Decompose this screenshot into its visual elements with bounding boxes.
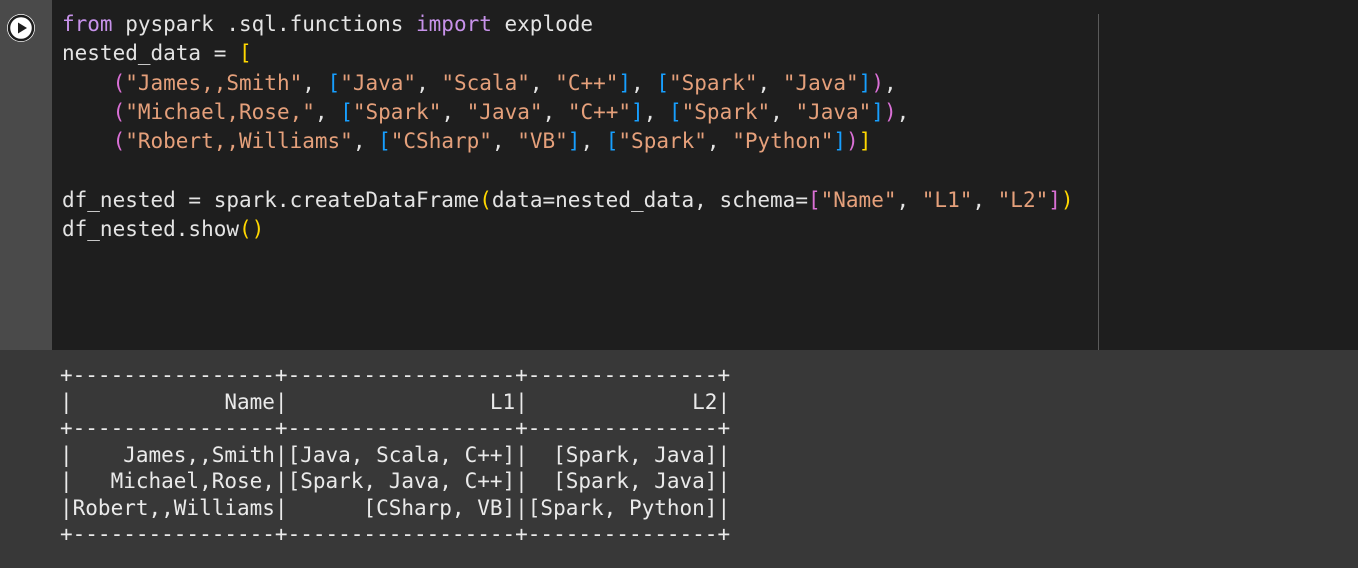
- code-line: ("Michael,Rose,", ["Spark", "Java", "C++…: [62, 98, 1074, 127]
- code-token: ,: [972, 187, 998, 212]
- output-line: | James,,Smith|[Java, Scala, C++]| [Spar…: [60, 442, 731, 467]
- code-line: nested_data = [: [62, 39, 1074, 68]
- code-token: import: [416, 12, 492, 36]
- code-token: ,: [580, 129, 606, 154]
- code-token: ,: [643, 99, 669, 124]
- code-token: nested_data =: [62, 41, 240, 66]
- code-token: explode: [491, 12, 594, 36]
- code-token: ]: [833, 129, 847, 154]
- code-token: (): [239, 217, 265, 242]
- code-token: ,: [529, 70, 556, 95]
- code-token: "Java": [782, 70, 859, 95]
- code-token: ,: [542, 99, 568, 124]
- code-token: "Name": [820, 187, 897, 212]
- code-token: "Scala": [441, 70, 530, 95]
- code-token: pyspark .sql.functions: [112, 12, 417, 36]
- play-icon: [7, 14, 35, 42]
- code-token: [: [239, 41, 252, 66]
- code-token: "Spark": [618, 129, 707, 154]
- code-token: "CSharp": [390, 129, 492, 154]
- code-token: "Python": [732, 129, 834, 154]
- code-token: "Spark": [681, 99, 771, 124]
- code-token: ]: [1048, 187, 1061, 212]
- code-line: from pyspark .sql.functions import explo…: [62, 10, 1074, 39]
- cell-gutter: [0, 0, 52, 350]
- code-token: (: [112, 70, 126, 95]
- code-token: ,: [757, 70, 783, 95]
- code-token: df_nested.show: [62, 217, 240, 242]
- code-token: ]: [871, 99, 884, 124]
- code-token: ): [846, 129, 859, 154]
- code-token: [: [340, 99, 353, 124]
- code-token: ,: [441, 99, 467, 124]
- code-token: [: [378, 129, 391, 154]
- output-line: +----------------+------------------+---…: [60, 522, 731, 546]
- code-token: ]: [567, 129, 581, 154]
- code-editor[interactable]: from pyspark .sql.functions import explo…: [62, 10, 1074, 244]
- run-cell-button[interactable]: [7, 14, 35, 42]
- code-token: [: [668, 99, 682, 124]
- code-token: ,: [302, 70, 328, 95]
- code-token: [: [327, 70, 341, 95]
- code-token: [: [656, 70, 669, 95]
- code-token: df_nested = spark.createDataFrame: [62, 187, 480, 212]
- code-token: "Robert,,Williams": [125, 129, 353, 154]
- code-token: ]: [618, 70, 632, 95]
- output-line: +----------------+------------------+---…: [60, 416, 731, 440]
- output-line: | Name| L1| L2|: [60, 389, 731, 414]
- code-token: (: [479, 187, 492, 212]
- code-token: "VB": [517, 129, 568, 154]
- code-token: ,: [896, 187, 922, 212]
- output-line: | Michael,Rose,|[Spark, Java, C++]| [Spa…: [60, 469, 731, 493]
- code-token: ,: [314, 99, 341, 124]
- code-line: ("James,,Smith", ["Java", "Scala", "C++"…: [62, 69, 1074, 98]
- code-line: df_nested = spark.createDataFrame(data=n…: [62, 186, 1074, 215]
- cell-output: +----------------+------------------+---…: [60, 362, 730, 548]
- code-token: ,: [491, 129, 518, 154]
- code-token: "L1": [921, 187, 973, 212]
- code-token: [: [605, 129, 619, 154]
- code-token: ,: [770, 99, 796, 124]
- code-token: "Java": [795, 99, 872, 124]
- code-token: "Spark": [669, 70, 758, 95]
- code-cell[interactable]: from pyspark .sql.functions import explo…: [0, 0, 1358, 350]
- code-token: ,: [883, 70, 897, 95]
- code-token: [: [807, 187, 821, 212]
- code-token: "L2": [997, 187, 1049, 212]
- code-token: ]: [631, 99, 644, 124]
- code-token: "C++": [567, 99, 632, 124]
- code-token: ,: [631, 70, 657, 95]
- code-token: "Spark": [352, 99, 442, 124]
- code-line: ("Robert,,Williams", ["CSharp", "VB"], […: [62, 127, 1074, 156]
- code-token: (: [112, 99, 126, 124]
- code-token: from: [62, 12, 113, 36]
- code-token: "Michael,Rose,": [125, 99, 315, 124]
- code-token: ): [1060, 187, 1074, 212]
- code-token: ): [883, 99, 897, 124]
- output-line: |Robert,,Williams| [CSharp, VB]|[Spark, …: [60, 495, 731, 520]
- code-token: ,: [352, 129, 379, 154]
- code-token: "Java": [466, 99, 543, 124]
- code-token: ]: [858, 70, 872, 95]
- code-token: ,: [706, 129, 733, 154]
- code-token: ]: [858, 129, 872, 154]
- output-line: +----------------+------------------+---…: [60, 363, 731, 387]
- code-token: ): [871, 70, 884, 95]
- code-token: "Java": [340, 70, 417, 95]
- line-length-ruler: [1098, 14, 1099, 350]
- code-line: df_nested.show(): [62, 215, 1074, 244]
- code-token: "C++": [555, 70, 619, 95]
- code-token: ,: [416, 70, 442, 95]
- code-token: data=nested_data, schema=: [491, 187, 808, 212]
- code-token: (: [112, 129, 126, 154]
- code-token: ,: [896, 99, 910, 124]
- code-token: "James,,Smith": [125, 70, 303, 95]
